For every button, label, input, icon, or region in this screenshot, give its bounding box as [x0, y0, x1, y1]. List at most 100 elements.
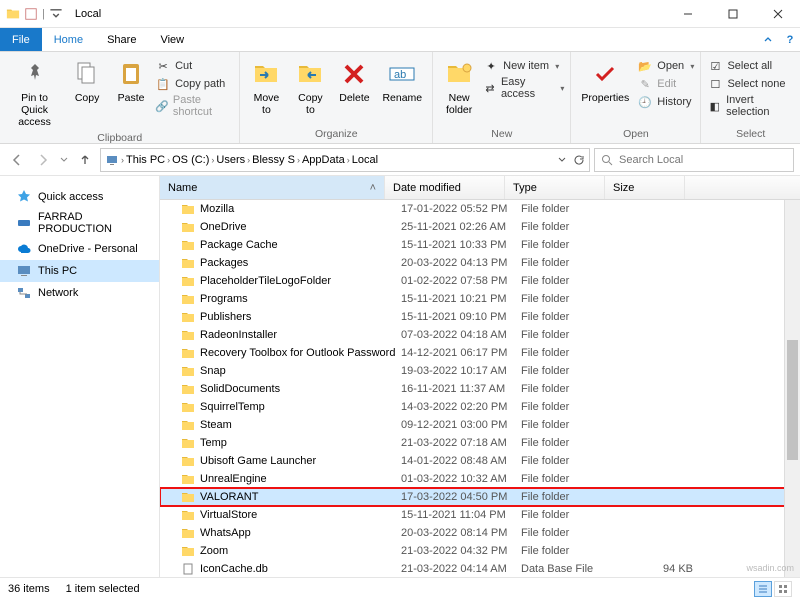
- pc-icon: [105, 153, 119, 167]
- sidebar-item[interactable]: FARRAD PRODUCTION: [0, 208, 159, 238]
- table-row[interactable]: Publishers 15-11-2021 09:10 PM File fold…: [160, 308, 800, 326]
- breadcrumb-seg[interactable]: This PC: [126, 154, 165, 166]
- select-none-button[interactable]: ☐Select none: [707, 76, 794, 92]
- table-row[interactable]: RadeonInstaller 07-03-2022 04:18 AM File…: [160, 326, 800, 344]
- breadcrumb-seg[interactable]: OS (C:): [172, 154, 209, 166]
- recent-locations-button[interactable]: [58, 149, 70, 171]
- folder-icon: [180, 237, 196, 253]
- back-button[interactable]: [6, 149, 28, 171]
- easy-access-button[interactable]: ⇄Easy access ▾: [483, 76, 564, 100]
- sidebar: Quick access FARRAD PRODUCTION OneDrive - …: [0, 176, 160, 577]
- tab-file[interactable]: File: [0, 28, 42, 51]
- breadcrumb-seg[interactable]: AppData: [302, 154, 345, 166]
- table-row[interactable]: VALORANT 17-03-2022 04:50 PM File folder: [160, 488, 800, 506]
- table-row[interactable]: Ubisoft Game Launcher 14-01-2022 08:48 A…: [160, 452, 800, 470]
- forward-button[interactable]: [32, 149, 54, 171]
- maximize-button[interactable]: [710, 0, 755, 28]
- select-all-button[interactable]: ☑Select all: [707, 58, 794, 74]
- qat-dropdown-icon[interactable]: [49, 7, 63, 21]
- column-type[interactable]: Type: [505, 176, 605, 199]
- table-row[interactable]: SquirrelTemp 14-03-2022 02:20 PM File fo…: [160, 398, 800, 416]
- breadcrumb-dropdown-icon[interactable]: [557, 154, 567, 164]
- table-row[interactable]: Mozilla 17-01-2022 05:52 PM File folder: [160, 200, 800, 218]
- paste-button[interactable]: Paste: [111, 56, 151, 106]
- new-item-button[interactable]: ✦New item ▾: [483, 58, 564, 74]
- history-button[interactable]: 🕘History: [637, 94, 694, 110]
- qat-icon[interactable]: [24, 7, 38, 21]
- open-button[interactable]: 📂Open ▾: [637, 58, 694, 74]
- cell-type: File folder: [521, 455, 621, 467]
- sidebar-item[interactable]: OneDrive - Personal: [0, 238, 159, 260]
- table-row[interactable]: PlaceholderTileLogoFolder 01-02-2022 07:…: [160, 272, 800, 290]
- table-row[interactable]: Package Cache 15-11-2021 10:33 PM File f…: [160, 236, 800, 254]
- up-button[interactable]: [74, 149, 96, 171]
- cell-type: File folder: [521, 419, 621, 431]
- table-row[interactable]: Temp 21-03-2022 07:18 AM File folder: [160, 434, 800, 452]
- folder-icon: [180, 201, 196, 217]
- sidebar-item-label: FARRAD PRODUCTION: [38, 211, 149, 235]
- paste-shortcut-button[interactable]: 🔗Paste shortcut: [155, 94, 233, 118]
- cell-name: VirtualStore: [200, 509, 401, 521]
- column-size[interactable]: Size: [605, 176, 685, 199]
- copy-button[interactable]: Copy: [67, 56, 107, 106]
- rename-button[interactable]: ab Rename: [378, 56, 426, 106]
- group-label-select: Select: [707, 126, 794, 143]
- table-row[interactable]: Recovery Toolbox for Outlook Password 14…: [160, 344, 800, 362]
- breadcrumb-seg[interactable]: Blessy S: [252, 154, 295, 166]
- cell-name: OneDrive: [200, 221, 401, 233]
- invert-selection-button[interactable]: ◧Invert selection: [707, 94, 794, 118]
- cell-type: File folder: [521, 401, 621, 413]
- sidebar-item[interactable]: Network: [0, 282, 159, 304]
- cell-type: Data Base File: [521, 563, 621, 575]
- new-folder-button[interactable]: New folder: [439, 56, 479, 118]
- table-row[interactable]: Packages 20-03-2022 04:13 PM File folder: [160, 254, 800, 272]
- close-button[interactable]: [755, 0, 800, 28]
- table-row[interactable]: Zoom 21-03-2022 04:32 PM File folder: [160, 542, 800, 560]
- ribbon-collapse-icon[interactable]: [756, 28, 780, 51]
- table-row[interactable]: SolidDocuments 16-11-2021 11:37 AM File …: [160, 380, 800, 398]
- tab-home[interactable]: Home: [42, 28, 95, 51]
- scrollbar-thumb[interactable]: [787, 340, 798, 460]
- column-date[interactable]: Date modified: [385, 176, 505, 199]
- tab-share[interactable]: Share: [95, 28, 148, 51]
- column-name[interactable]: Name˄: [160, 176, 385, 199]
- cell-date: 19-03-2022 10:17 AM: [401, 365, 521, 377]
- view-details-button[interactable]: [754, 581, 772, 597]
- breadcrumb-seg[interactable]: Local: [352, 154, 378, 166]
- table-row[interactable]: Programs 15-11-2021 10:21 PM File folder: [160, 290, 800, 308]
- delete-icon: [342, 62, 366, 86]
- minimize-button[interactable]: [665, 0, 710, 28]
- breadcrumb-seg[interactable]: Users: [216, 154, 245, 166]
- sidebar-item[interactable]: This PC: [0, 260, 159, 282]
- table-row[interactable]: IconCache.db 21-03-2022 04:14 AM Data Ba…: [160, 560, 800, 577]
- refresh-icon[interactable]: [573, 154, 585, 166]
- group-label-open: Open: [577, 126, 694, 143]
- cell-name: Packages: [200, 257, 401, 269]
- pin-to-quick-access-button[interactable]: Pin to Quick access: [6, 56, 63, 130]
- cell-name: Steam: [200, 419, 401, 431]
- cell-date: 16-11-2021 11:37 AM: [401, 383, 521, 395]
- table-row[interactable]: Snap 19-03-2022 10:17 AM File folder: [160, 362, 800, 380]
- table-row[interactable]: Steam 09-12-2021 03:00 PM File folder: [160, 416, 800, 434]
- column-headers: Name˄ Date modified Type Size: [160, 176, 800, 200]
- view-large-button[interactable]: [774, 581, 792, 597]
- copy-to-button[interactable]: Copy to: [290, 56, 330, 118]
- table-row[interactable]: OneDrive 25-11-2021 02:26 AM File folder: [160, 218, 800, 236]
- move-to-button[interactable]: Move to: [246, 56, 286, 118]
- copy-path-button[interactable]: 📋Copy path: [155, 76, 233, 92]
- breadcrumb[interactable]: › This PC› OS (C:)› Users› Blessy S› App…: [100, 148, 590, 172]
- cell-name: Publishers: [200, 311, 401, 323]
- properties-button[interactable]: Properties: [577, 56, 633, 106]
- help-button[interactable]: ?: [780, 28, 800, 51]
- cut-button[interactable]: ✂Cut: [155, 58, 233, 74]
- network-icon: [16, 285, 32, 301]
- search-input[interactable]: Search Local: [594, 148, 794, 172]
- table-row[interactable]: UnrealEngine 01-03-2022 10:32 AM File fo…: [160, 470, 800, 488]
- edit-button[interactable]: ✎Edit: [637, 76, 694, 92]
- vertical-scrollbar[interactable]: [784, 200, 800, 577]
- sidebar-item[interactable]: Quick access: [0, 186, 159, 208]
- tab-view[interactable]: View: [148, 28, 196, 51]
- table-row[interactable]: VirtualStore 15-11-2021 11:04 PM File fo…: [160, 506, 800, 524]
- delete-button[interactable]: Delete: [334, 56, 374, 106]
- table-row[interactable]: WhatsApp 20-03-2022 08:14 PM File folder: [160, 524, 800, 542]
